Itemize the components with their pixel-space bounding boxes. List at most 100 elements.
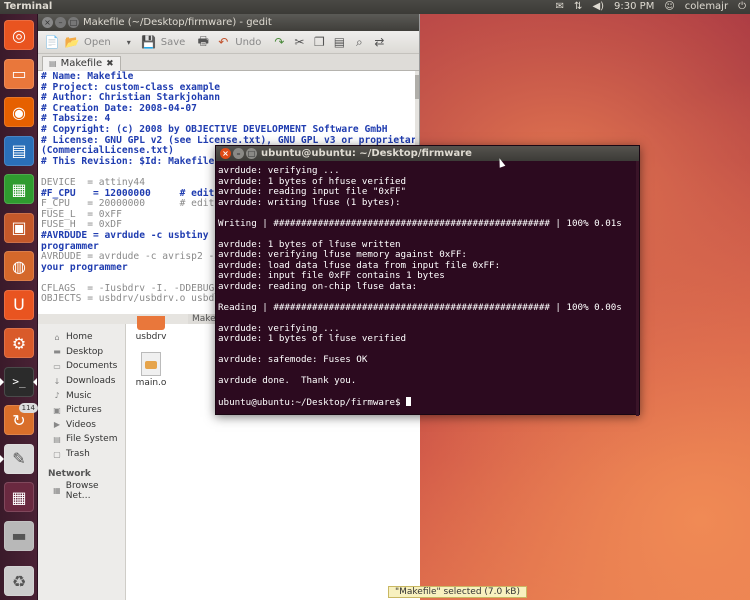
file-label: main.o xyxy=(135,378,167,388)
user-name[interactable]: colemajr xyxy=(685,0,728,14)
redo-icon[interactable]: ↷ xyxy=(271,34,287,50)
trash-icon[interactable]: ♻ xyxy=(4,566,34,596)
writer-icon[interactable]: ▤ xyxy=(4,135,34,166)
sidebar-item-pictures[interactable]: ▣ Pictures xyxy=(38,403,125,418)
maximize-icon[interactable]: □ xyxy=(68,17,79,28)
sidebar-item-file-system[interactable]: ▤ File System xyxy=(38,432,125,447)
sidebar-item-label: File System xyxy=(66,434,118,445)
terminal-prompt-line[interactable]: ubuntu@ubuntu:~/Desktop/firmware$ xyxy=(218,397,638,409)
sidebar-item-videos[interactable]: ▶ Videos xyxy=(38,418,125,433)
terminal-line: avrdude: input file 0xFF contains 1 byte… xyxy=(218,270,445,281)
running-indicator xyxy=(33,377,37,386)
ubuntu-one-icon[interactable]: U xyxy=(4,289,34,320)
gedit-tab-bar: ▤ Makefile ✖ xyxy=(38,54,419,71)
chevron-down-icon[interactable]: ▾ xyxy=(121,34,137,50)
active-app-title: Terminal xyxy=(4,1,53,12)
paste-icon[interactable]: ▤ xyxy=(331,34,347,50)
sidebar-item-home[interactable]: ⌂ Home xyxy=(38,330,125,345)
text-cursor xyxy=(406,397,412,406)
files-icon[interactable]: ▭ xyxy=(4,58,34,89)
terminal-scrollbar[interactable] xyxy=(636,161,639,416)
removable-drive-icon[interactable]: ▬ xyxy=(4,520,34,551)
open-icon[interactable]: 📂 xyxy=(64,34,80,50)
sidebar-item-label: Trash xyxy=(66,449,90,460)
terminal-output[interactable]: avrdude: verifying ... avrdude: 1 bytes o… xyxy=(218,166,638,416)
shell-prompt: ubuntu@ubuntu:~/Desktop/firmware$ xyxy=(218,397,407,408)
sidebar-item-label: Pictures xyxy=(66,405,102,416)
sidebar-item-label: Videos xyxy=(66,419,96,430)
sidebar-item-label: Browse Net… xyxy=(65,480,99,501)
calc-icon[interactable]: ▦ xyxy=(4,174,34,204)
file-label: usbdrv xyxy=(135,332,167,342)
terminal-icon[interactable]: >_ xyxy=(4,366,34,397)
dash-icon[interactable]: ◎ xyxy=(4,20,34,50)
clock[interactable]: 9:30 PM xyxy=(614,0,654,14)
network-icon: ▦ xyxy=(53,486,61,496)
sidebar-item-browse-network[interactable]: ▦ Browse Net… xyxy=(38,480,125,501)
software-center-icon[interactable]: ◍ xyxy=(4,251,34,281)
running-indicator xyxy=(0,454,4,463)
sidebar-item-music[interactable]: ♪ Music xyxy=(38,388,125,403)
workspaces-icon[interactable]: ▦ xyxy=(4,482,34,512)
new-document-icon[interactable]: 📄 xyxy=(44,34,60,50)
terminal-line: Reading | ##############################… xyxy=(218,301,622,313)
terminal-line: Writing | ##############################… xyxy=(218,217,622,229)
sidebar-item-trash[interactable]: ▢ Trash xyxy=(38,447,125,462)
close-tab-icon[interactable]: ✖ xyxy=(106,57,114,71)
terminal-line: avrdude done. Thank you. xyxy=(218,375,357,386)
close-icon[interactable]: × xyxy=(42,17,53,28)
terminal-titlebar[interactable]: × – □ ubuntu@ubuntu: ~/Desktop/firmware xyxy=(216,146,639,161)
save-icon[interactable]: 💾 xyxy=(141,34,157,50)
sidebar-item-desktop[interactable]: ▬ Desktop xyxy=(38,345,125,360)
places-sidebar: ⌂ Home ▬ Desktop ▭ Documents ↓ Downloads ♪ Music ▣… xyxy=(38,324,126,600)
copy-icon[interactable]: ❐ xyxy=(311,34,327,50)
minimize-icon[interactable]: – xyxy=(55,17,66,28)
home-icon: ⌂ xyxy=(54,332,60,342)
sidebar-item-downloads[interactable]: ↓ Downloads xyxy=(38,374,125,389)
trash-icon: ▢ xyxy=(53,449,61,459)
tab-makefile[interactable]: ▤ Makefile ✖ xyxy=(42,56,121,71)
network-icon[interactable]: ⇅ xyxy=(574,0,582,14)
editor-line[interactable]: # Copyright: (c) 2008 by OBJECTIVE DEVEL… xyxy=(41,124,416,136)
system-tray: ✉ ⇅ ◀) 9:30 PM ☺ colemajr ⏻ xyxy=(556,0,746,14)
save-button[interactable]: Save xyxy=(161,37,186,48)
print-icon[interactable]: 🖶 xyxy=(195,34,211,50)
open-button[interactable]: Open xyxy=(84,37,111,48)
file-item[interactable]: main.o xyxy=(126,352,176,388)
undo-icon[interactable]: ↶ xyxy=(215,34,231,50)
undo-button[interactable]: Undo xyxy=(235,37,261,48)
terminal-line: avrdude: reading input file "0xFF" xyxy=(218,186,407,197)
impress-icon[interactable]: ▣ xyxy=(4,212,34,243)
power-icon[interactable]: ⏻ xyxy=(738,0,746,14)
minimize-icon[interactable]: – xyxy=(233,148,244,159)
file-item[interactable]: usbdrv xyxy=(126,316,176,342)
gedit-icon[interactable]: ✎ xyxy=(4,443,34,474)
sidebar-item-label: Music xyxy=(66,390,92,401)
editor-line[interactable]: # Name: Makefile xyxy=(41,71,416,83)
close-icon[interactable]: × xyxy=(220,148,231,159)
settings-icon[interactable]: ⚙ xyxy=(4,328,34,358)
firefox-icon[interactable]: ◉ xyxy=(4,97,34,127)
sidebar-item-label: Downloads xyxy=(66,376,116,387)
gedit-titlebar[interactable]: × – □ Makefile (~/Desktop/firmware) - ge… xyxy=(38,14,419,31)
terminal-line: avrdude: reading on-chip lfuse data: xyxy=(218,280,418,292)
terminal-line: avrdude: safemode: Fuses OK xyxy=(218,354,368,365)
mail-icon[interactable]: ✉ xyxy=(556,0,564,14)
pictures-icon: ▣ xyxy=(53,405,61,415)
volume-icon[interactable]: ◀) xyxy=(592,0,604,14)
sidebar-item-documents[interactable]: ▭ Documents xyxy=(38,359,125,374)
update-manager-icon[interactable]: ↻ 114 xyxy=(4,403,38,435)
maximize-icon[interactable]: □ xyxy=(246,148,257,159)
top-panel: Terminal ✉ ⇅ ◀) 9:30 PM ☺ colemajr ⏻ xyxy=(0,0,750,14)
search-icon[interactable]: ⌕ xyxy=(351,34,367,50)
launcher: ◎ ▭ ◉ ▤ ▦ ▣ ◍ U ⚙ >_ ↻ 114 ✎ ▦ ▬ ♻ xyxy=(0,14,38,600)
terminal-line: avrdude: verifying lfuse memory against … xyxy=(218,249,467,260)
desktop-icon: ▬ xyxy=(53,347,61,357)
replace-icon[interactable]: ⇄ xyxy=(371,34,387,50)
user-icon[interactable]: ☺ xyxy=(664,0,674,14)
terminal-title: ubuntu@ubuntu: ~/Desktop/firmware xyxy=(261,148,472,159)
cut-icon[interactable]: ✂ xyxy=(291,34,307,50)
